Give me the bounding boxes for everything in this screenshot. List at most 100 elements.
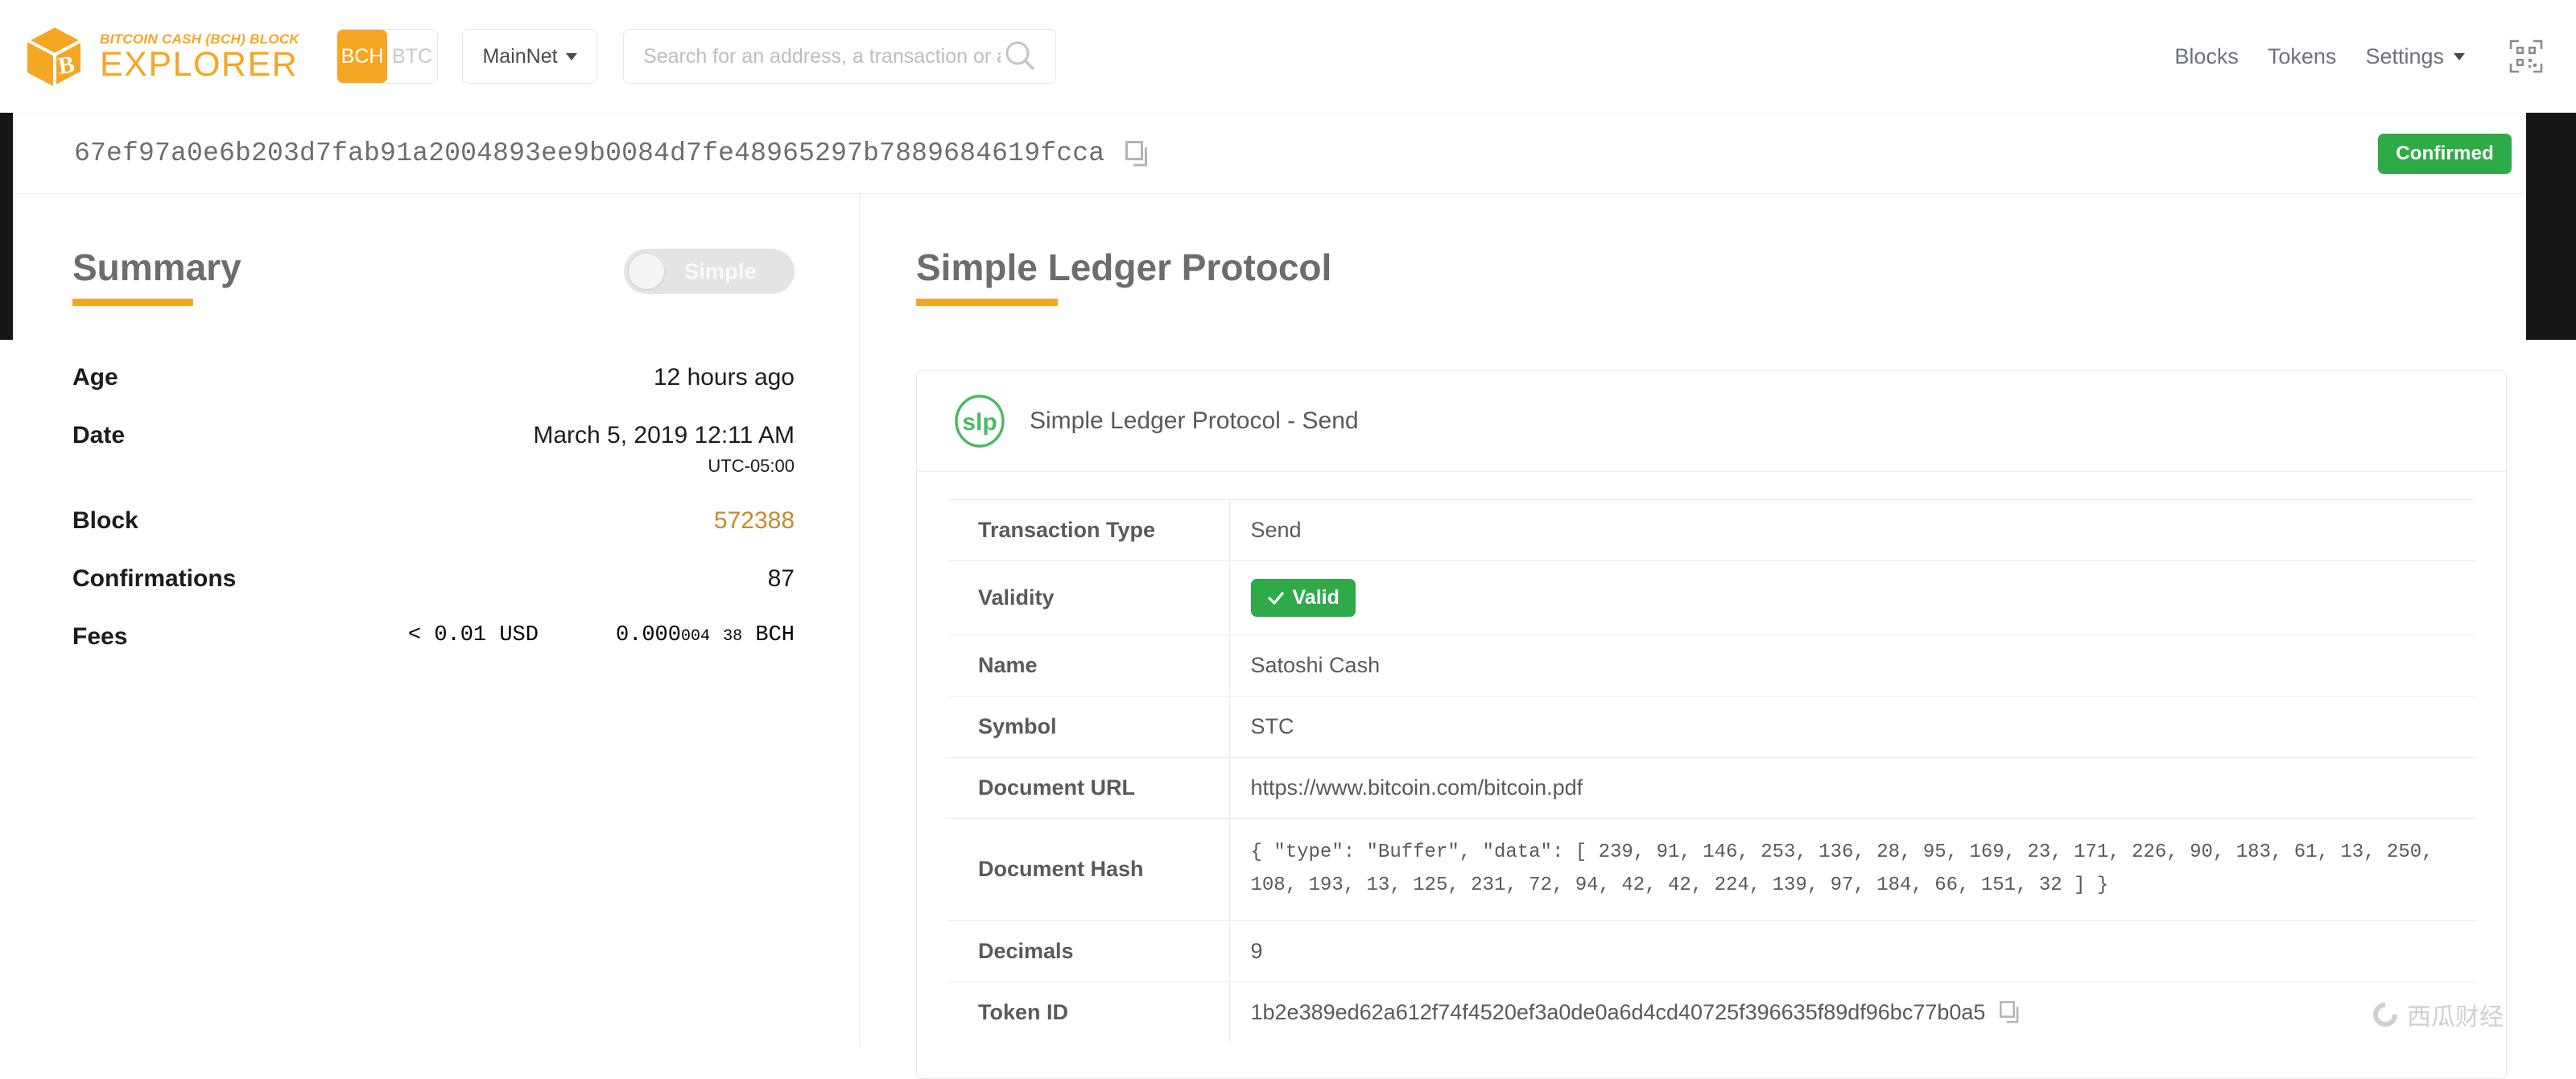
row-value: 9 <box>1250 938 1263 963</box>
summary-label: Fees <box>72 623 128 650</box>
slp-card: slp Simple Ledger Protocol - Send Transa… <box>916 370 2507 1079</box>
copy-icon[interactable] <box>1125 140 1150 167</box>
row-key: Transaction Type <box>947 499 1230 561</box>
row-key: Document Hash <box>947 818 1230 921</box>
currency-toggle-btc[interactable]: BTC <box>387 30 438 83</box>
summary-value: 87 <box>767 565 795 592</box>
right-edge-bar <box>2526 113 2576 340</box>
qr-code-icon[interactable] <box>2508 39 2544 74</box>
summary-value: 12 hours ago <box>653 364 795 391</box>
row-key: Token ID <box>947 982 1230 1043</box>
watermark-text: 西瓜财经 <box>2407 1003 2504 1031</box>
fee-usd-unit: USD <box>499 623 539 647</box>
summary-value-fees: < 0.01 USD 0.000004 38 BCH <box>408 623 795 647</box>
simple-mode-toggle-label: Simple <box>684 258 757 283</box>
fee-usd-amount: 0.01 <box>434 623 487 647</box>
slp-card-title: Simple Ledger Protocol - Send <box>1030 407 1359 434</box>
table-row: Document URL https://www.bitcoin.com/bit… <box>947 757 2475 819</box>
slp-table-wrapper: Transaction Type Send Validity Valid Nam… <box>917 499 2506 1078</box>
row-value: STC <box>1250 714 1294 738</box>
validity-badge: Valid <box>1250 579 1356 617</box>
nav-item-settings[interactable]: Settings <box>2365 44 2465 69</box>
brand-title: EXPLORER <box>100 44 299 84</box>
token-id-link[interactable]: 1b2e389ed62a612f74f4520ef3a0de0a6d4cd407… <box>1251 1000 1986 1025</box>
cube-bitcoin-icon: B <box>26 24 84 89</box>
table-row: Decimals 9 <box>947 920 2475 982</box>
chevron-down-icon <box>2454 52 2465 60</box>
svg-text:slp: slp <box>962 409 997 436</box>
nav-item-blocks[interactable]: Blocks <box>2174 44 2239 69</box>
nav-item-tokens[interactable]: Tokens <box>2268 44 2337 69</box>
summary-value: March 5, 2019 12:11 AM <box>533 422 795 449</box>
summary-value-timezone: UTC-05:00 <box>708 456 795 476</box>
fee-bch-group2: 38 <box>723 627 743 646</box>
fee-usd: < 0.01 USD <box>408 623 539 647</box>
currency-toggle-bch[interactable]: BCH <box>337 30 388 83</box>
nav-item-settings-label: Settings <box>2365 43 2444 68</box>
row-key: Symbol <box>947 696 1230 758</box>
network-select[interactable]: MainNet <box>462 29 598 84</box>
site-header: B BITCOIN CASH (BCH) BLOCK EXPLORER BCH … <box>0 0 2576 113</box>
check-icon <box>1267 591 1284 605</box>
brand-logo[interactable]: B BITCOIN CASH (BCH) BLOCK EXPLORER <box>24 24 299 89</box>
row-key: Document URL <box>947 757 1230 819</box>
summary-row-block: Block 572388 <box>72 507 795 535</box>
row-value-token-id-cell: 1b2e389ed62a612f74f4520ef3a0de0a6d4cd407… <box>1229 982 2475 1043</box>
search-input[interactable] <box>642 43 1003 69</box>
table-row: Token ID 1b2e389ed62a612f74f4520ef3a0de0… <box>947 982 2475 1043</box>
table-row: Document Hash { "type": "Buffer", "data"… <box>947 818 2475 921</box>
fee-bch: 0.000004 38 BCH <box>616 623 795 647</box>
slp-logo-icon: slp <box>955 395 1005 448</box>
slp-card-header: slp Simple Ledger Protocol - Send <box>917 371 2506 472</box>
left-edge-bar <box>0 113 13 340</box>
chevron-down-icon <box>565 52 577 60</box>
row-key: Decimals <box>947 920 1230 982</box>
table-row: Name Satoshi Cash <box>947 635 2475 697</box>
row-value: Send <box>1250 518 1302 542</box>
page-content: Summary Simple Age 12 hours ago Date Mar… <box>0 193 2576 1079</box>
row-value: Valid <box>1229 561 2475 635</box>
fee-bch-main: 0.000 <box>615 623 681 647</box>
table-row: Symbol STC <box>947 696 2475 758</box>
fee-bch-unit: BCH <box>755 623 795 647</box>
slp-panel: Simple Ledger Protocol slp Simple Ledger… <box>860 194 2576 1079</box>
transaction-id-bar: 67ef97a0e6b203d7fab91a2004893ee9b0084d7f… <box>0 113 2576 193</box>
summary-panel: Summary Simple Age 12 hours ago Date Mar… <box>0 194 860 1047</box>
fee-usd-prefix: < <box>407 623 422 647</box>
ring-icon <box>2368 997 2403 1032</box>
slp-title: Simple Ledger Protocol <box>916 246 1332 288</box>
simple-mode-toggle[interactable]: Simple <box>624 249 795 294</box>
summary-title-underline <box>72 299 193 306</box>
summary-title: Summary <box>72 246 242 288</box>
watermark: 西瓜财经 <box>2368 997 2504 1032</box>
copy-icon[interactable] <box>2000 1001 2021 1023</box>
table-row: Transaction Type Send <box>947 499 2475 561</box>
summary-label: Block <box>72 507 138 534</box>
slp-header: Simple Ledger Protocol <box>916 249 2507 306</box>
row-value-document-hash: { "type": "Buffer", "data": [ 239, 91, 1… <box>1250 841 2434 896</box>
transaction-id: 67ef97a0e6b203d7fab91a2004893ee9b0084d7f… <box>74 138 1105 168</box>
brand-kicker: BITCOIN CASH (BCH) BLOCK <box>100 31 300 47</box>
slp-title-underline <box>916 299 1058 306</box>
row-key: Validity <box>947 560 1230 635</box>
fee-bch-group1: 004 <box>680 627 710 646</box>
currency-toggle[interactable]: BCH BTC <box>336 29 439 84</box>
summary-rows: Age 12 hours ago Date March 5, 2019 12:1… <box>72 364 795 651</box>
summary-row-confirmations: Confirmations 87 <box>72 565 795 593</box>
summary-row-date: Date March 5, 2019 12:11 AM UTC-05:00 <box>72 422 795 477</box>
row-value-document-url[interactable]: https://www.bitcoin.com/bitcoin.pdf <box>1229 758 2475 819</box>
summary-header: Summary Simple <box>72 249 795 306</box>
summary-value-block-link[interactable]: 572388 <box>714 507 795 535</box>
row-key: Name <box>947 635 1230 697</box>
summary-label: Age <box>72 364 118 391</box>
slp-details-table: Transaction Type Send Validity Valid Nam… <box>947 499 2475 1043</box>
main-nav: Blocks Tokens Settings <box>2174 39 2544 74</box>
search-icon[interactable] <box>1002 39 1038 74</box>
table-row: Validity Valid <box>947 560 2475 635</box>
summary-row-age: Age 12 hours ago <box>72 364 795 391</box>
validity-badge-label: Valid <box>1292 586 1340 609</box>
row-value: Satoshi Cash <box>1250 653 1381 677</box>
summary-row-fees: Fees < 0.01 USD 0.000004 38 BCH <box>72 623 795 651</box>
search-bar[interactable] <box>623 29 1057 84</box>
token-id-row: 1b2e389ed62a612f74f4520ef3a0de0a6d4cd407… <box>1251 1000 2455 1025</box>
